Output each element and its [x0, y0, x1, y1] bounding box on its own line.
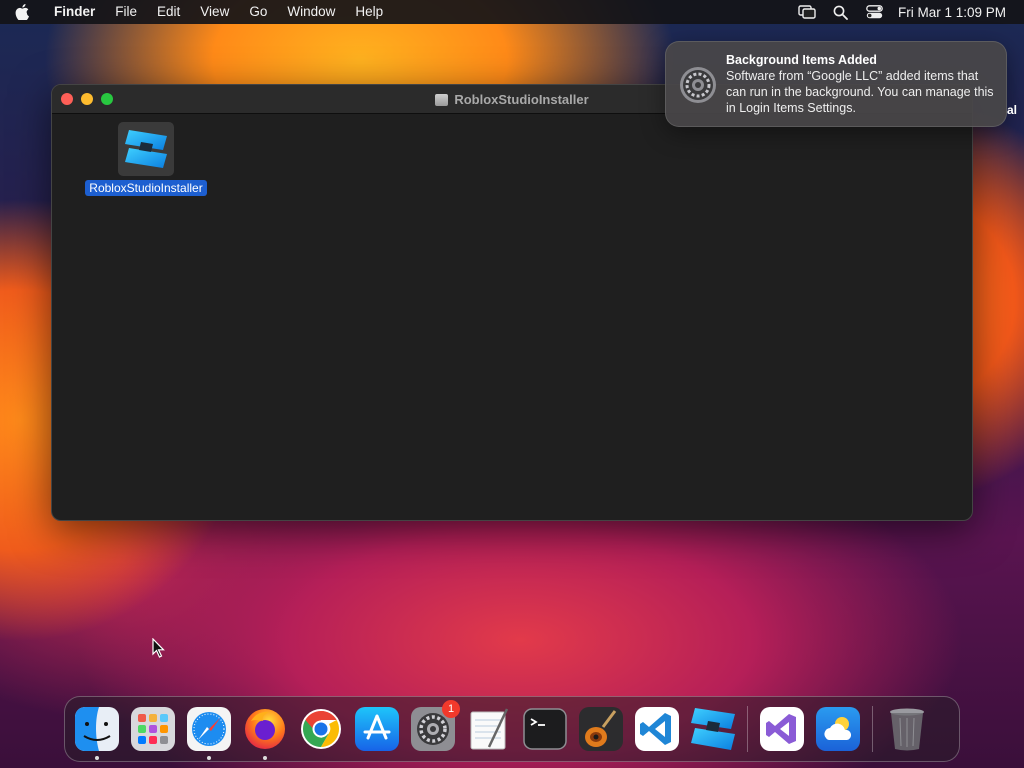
dock-finder[interactable]	[73, 705, 121, 760]
notification-title: Background Items Added	[726, 53, 877, 67]
notification-banner[interactable]: Background Items Added Software from “Go…	[665, 41, 1007, 127]
dock-separator	[747, 706, 748, 752]
dock-trash[interactable]	[883, 705, 931, 753]
dock-garageband[interactable]	[577, 705, 625, 753]
dock: 1	[64, 696, 960, 762]
mouse-cursor-icon	[152, 637, 166, 658]
roblox-studio-icon	[691, 708, 735, 750]
apple-menu-icon[interactable]	[0, 0, 44, 24]
dock-visual-studio[interactable]	[758, 705, 806, 753]
desktop-partial-label: al	[1007, 103, 1018, 117]
running-indicator	[263, 756, 267, 760]
screen-mirroring-icon[interactable]	[790, 0, 824, 24]
textedit-icon	[470, 708, 509, 750]
menu-bar: Finder File Edit View Go Window Help Fri…	[0, 0, 1024, 24]
dock-textedit[interactable]	[465, 705, 513, 753]
notification-badge: 1	[442, 700, 460, 718]
terminal-icon	[523, 708, 567, 750]
menu-window[interactable]: Window	[277, 0, 345, 24]
dock-firefox[interactable]	[241, 705, 289, 760]
menu-go[interactable]: Go	[239, 0, 277, 24]
dock-vscode[interactable]	[633, 705, 681, 753]
menu-app-name[interactable]: Finder	[44, 0, 105, 24]
dock-separator	[872, 706, 873, 752]
finder-content[interactable]: RobloxStudioInstaller	[52, 114, 972, 520]
menu-view[interactable]: View	[190, 0, 239, 24]
dock-roblox-studio[interactable]	[689, 705, 737, 753]
finder-window: RobloxStudioInstaller RobloxStudioInstal…	[51, 84, 973, 521]
dock-safari[interactable]	[185, 705, 233, 760]
dock-terminal[interactable]	[521, 705, 569, 753]
finder-icon	[75, 707, 119, 751]
disk-image-icon	[435, 93, 449, 106]
weather-icon	[816, 707, 860, 751]
menu-edit[interactable]: Edit	[147, 0, 190, 24]
file-item[interactable]: RobloxStudioInstaller	[82, 122, 210, 196]
menu-help[interactable]: Help	[345, 0, 393, 24]
window-title-text: RobloxStudioInstaller	[454, 92, 589, 107]
app-store-icon	[355, 707, 399, 751]
system-settings-icon	[678, 65, 718, 105]
chrome-icon	[301, 709, 341, 749]
running-indicator	[207, 756, 211, 760]
dock-weather[interactable]	[814, 705, 862, 753]
notification-body: Background Items Added Software from “Go…	[726, 52, 994, 116]
dock-system-settings[interactable]: 1	[409, 700, 460, 753]
trash-icon	[890, 708, 924, 751]
dock-launchpad[interactable]	[129, 705, 177, 753]
firefox-icon	[245, 709, 285, 749]
safari-icon	[187, 707, 231, 751]
garageband-icon	[579, 707, 623, 751]
menu-file[interactable]: File	[105, 0, 147, 24]
running-indicator	[95, 756, 99, 760]
visual-studio-icon	[760, 707, 804, 751]
spotlight-search-icon[interactable]	[824, 0, 858, 24]
file-label[interactable]: RobloxStudioInstaller	[85, 180, 207, 196]
vscode-icon	[635, 707, 679, 751]
notification-message: Software from “Google LLC” added items t…	[726, 69, 994, 115]
roblox-studio-icon[interactable]	[118, 122, 174, 176]
control-center-icon[interactable]	[858, 0, 892, 24]
dock-app-store[interactable]	[353, 705, 401, 753]
launchpad-icon	[131, 707, 175, 751]
dock-chrome[interactable]	[297, 705, 345, 753]
menu-clock[interactable]: Fri Mar 1 1:09 PM	[898, 5, 1006, 20]
